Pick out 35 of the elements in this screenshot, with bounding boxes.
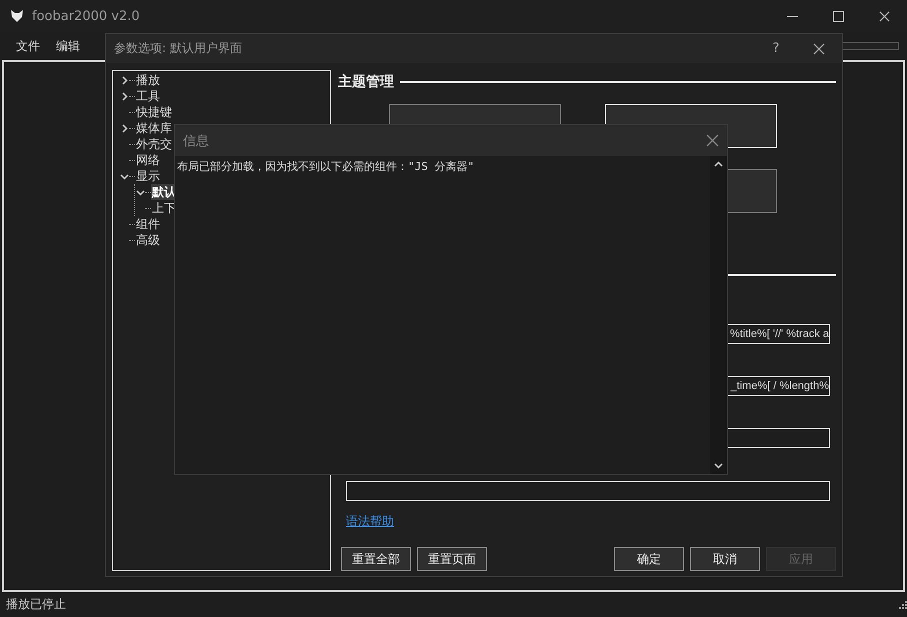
message-text: 布局已部分加载，因为找不到以下必需的组件："JS 分离器" xyxy=(176,159,476,175)
close-icon[interactable] xyxy=(813,42,825,54)
format-field[interactable] xyxy=(346,481,830,501)
fox-logo-icon xyxy=(10,9,24,23)
status-text: 播放已停止 xyxy=(6,596,66,613)
tree-item[interactable]: 外壳交 xyxy=(135,136,173,152)
collapse-caret-icon xyxy=(120,124,128,132)
close-icon[interactable] xyxy=(706,134,718,147)
tree-item[interactable]: 显示 xyxy=(135,168,161,184)
maximize-icon[interactable] xyxy=(832,10,844,22)
menu-item[interactable]: 文件 xyxy=(8,38,48,54)
close-icon[interactable] xyxy=(878,10,890,22)
scroll-up-icon xyxy=(714,160,723,169)
tree-item[interactable]: 上下 xyxy=(151,200,177,216)
tree-item[interactable]: 组件 xyxy=(135,216,161,232)
dialog-button[interactable]: 确定 xyxy=(614,547,684,571)
dialog-button[interactable]: 重置全部 xyxy=(341,547,411,571)
resize-grip-icon[interactable] xyxy=(899,600,907,608)
dialog-title: 参数选项: 默认用户界面 xyxy=(114,40,243,57)
dialog-button[interactable]: 取消 xyxy=(690,547,760,571)
section-title: 主题管理 xyxy=(338,73,394,91)
window-title: foobar2000 v2.0 xyxy=(32,8,141,24)
dialog-title: 信息 xyxy=(183,132,210,150)
help-button[interactable]: ? xyxy=(756,41,796,56)
tree-item[interactable]: 媒体库 xyxy=(135,120,173,136)
scroll-down-icon xyxy=(714,461,723,470)
tree-item[interactable]: 高级 xyxy=(135,232,161,248)
tree-item[interactable]: 网络 xyxy=(135,152,161,168)
menu-item[interactable]: 编辑 xyxy=(48,38,88,54)
tree-item[interactable]: 快捷键 xyxy=(135,104,173,120)
syntax-help-link[interactable]: 语法帮助 xyxy=(346,513,394,530)
tree-item[interactable]: 播放 xyxy=(135,72,161,88)
tree-item[interactable]: 工具 xyxy=(135,88,161,104)
scrollbar[interactable] xyxy=(710,156,727,474)
dialog-button[interactable]: 重置页面 xyxy=(417,547,487,571)
